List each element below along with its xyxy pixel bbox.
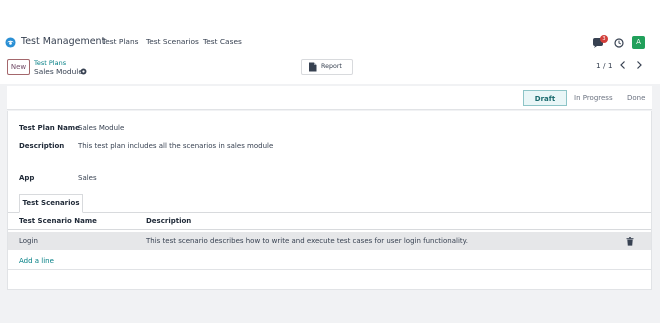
menu-test-plans[interactable]: Test Plans xyxy=(102,37,138,46)
chevron-right-icon[interactable] xyxy=(634,59,644,71)
table-row[interactable]: Login This test scenario describes how t… xyxy=(8,232,651,250)
column-header-description[interactable]: Description xyxy=(146,217,191,225)
menu-test-scenarios[interactable]: Test Scenarios xyxy=(146,37,199,46)
pager-value[interactable]: 1 / 1 xyxy=(596,61,613,70)
menu-test-cases[interactable]: Test Cases xyxy=(203,37,242,46)
report-icon xyxy=(309,62,317,72)
status-bar: Draft In Progress Done xyxy=(7,86,652,110)
test-plan-name-label: Test Plan Name xyxy=(19,124,80,132)
stage-draft[interactable]: Draft xyxy=(523,90,567,106)
user-avatar[interactable]: A xyxy=(632,36,645,49)
report-label: Report xyxy=(321,63,342,70)
add-line-link[interactable]: Add a line xyxy=(19,257,54,265)
app-label: App xyxy=(19,174,35,182)
gear-icon[interactable] xyxy=(80,68,87,75)
trash-icon[interactable] xyxy=(626,237,634,246)
column-header-name[interactable]: Test Scenario Name xyxy=(19,217,97,225)
app-name[interactable]: Test Management xyxy=(21,36,105,47)
table-header-divider xyxy=(8,229,651,230)
breadcrumb-current: Sales Module xyxy=(34,67,83,76)
description-field[interactable]: This test plan includes all the scenario… xyxy=(78,142,273,150)
tab-strip xyxy=(8,212,651,213)
tab-test-scenarios[interactable]: Test Scenarios xyxy=(19,194,83,213)
chevron-left-icon[interactable] xyxy=(618,59,628,71)
new-button[interactable]: New xyxy=(7,59,30,75)
stage-done[interactable]: Done xyxy=(627,90,645,106)
test-plan-name-field[interactable]: Sales Module xyxy=(78,124,124,132)
breadcrumb-parent[interactable]: Test Plans xyxy=(34,59,66,67)
app-logo-icon[interactable] xyxy=(5,37,16,48)
table-footer-divider xyxy=(8,269,651,270)
top-navbar: Test Management Test Plans Test Scenario… xyxy=(0,30,660,54)
row-name-cell[interactable]: Login xyxy=(19,237,38,245)
form-sheet: Test Plan Name Sales Module Description … xyxy=(7,111,652,290)
app-field[interactable]: Sales xyxy=(78,174,97,182)
chat-badge: 3 xyxy=(600,35,608,43)
report-button[interactable]: Report xyxy=(301,59,353,75)
row-description-cell[interactable]: This test scenario describes how to writ… xyxy=(146,237,468,245)
control-panel: New Test Plans Sales Module Report 1 / 1 xyxy=(0,56,660,84)
clock-icon[interactable] xyxy=(614,38,624,48)
description-label: Description xyxy=(19,142,65,150)
stage-in-progress[interactable]: In Progress xyxy=(574,90,613,106)
